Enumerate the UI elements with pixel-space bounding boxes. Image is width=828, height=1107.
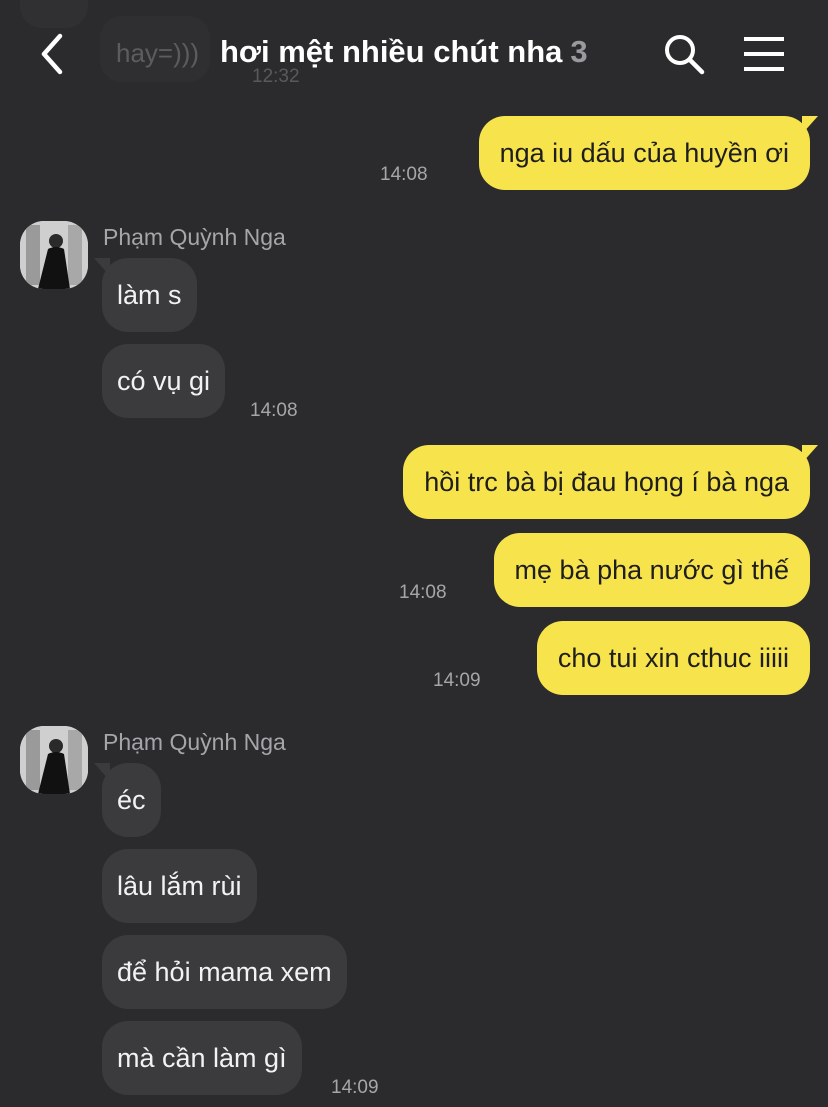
- incoming-message-bubble[interactable]: để hỏi mama xem: [102, 935, 347, 1009]
- avatar[interactable]: [20, 221, 88, 289]
- menu-button[interactable]: [742, 36, 786, 72]
- outgoing-message-bubble[interactable]: hồi trc bà bị đau họng í bà nga: [403, 445, 818, 519]
- outgoing-message-bubble[interactable]: cho tui xin cthuc iiiii: [536, 621, 810, 695]
- avatar-photo: [20, 221, 88, 289]
- hamburger-menu-icon: [744, 37, 784, 71]
- chat-screen: hay=))) 12:32 hơi mệt nhiều chút nha 3 1…: [0, 0, 828, 1107]
- incoming-message-bubble[interactable]: mà cần làm gì: [102, 1021, 302, 1095]
- avatar[interactable]: [20, 726, 88, 794]
- chevron-left-icon: [41, 33, 63, 75]
- incoming-message-bubble[interactable]: có vụ gi: [102, 344, 226, 418]
- search-button[interactable]: [662, 32, 706, 76]
- avatar-photo: [20, 726, 88, 794]
- message-timestamp: 14:08: [250, 400, 298, 421]
- back-button[interactable]: [30, 28, 78, 80]
- sender-name: Phạm Quỳnh Nga: [103, 224, 286, 250]
- chat-title-text: hơi mệt nhiều chút nha: [220, 34, 563, 69]
- sender-name: Phạm Quỳnh Nga: [103, 729, 286, 755]
- incoming-message-bubble[interactable]: lâu lắm rùi: [102, 849, 257, 923]
- chat-header: hơi mệt nhiều chút nha 3: [0, 0, 828, 104]
- outgoing-message-bubble[interactable]: nga iu dấu của huyền ơi: [478, 116, 819, 190]
- incoming-message-bubble[interactable]: éc: [94, 763, 161, 837]
- message-timestamp: 14:08: [380, 164, 428, 185]
- message-timestamp: 14:09: [331, 1077, 379, 1098]
- message-timestamp: 14:09: [433, 670, 481, 691]
- incoming-message-bubble[interactable]: làm s: [94, 258, 197, 332]
- message-timestamp: 14:08: [399, 582, 447, 603]
- member-count: 3: [570, 34, 588, 69]
- chat-title[interactable]: hơi mệt nhiều chút nha 3: [220, 34, 588, 70]
- outgoing-message-bubble[interactable]: mẹ bà pha nước gì thế: [493, 533, 810, 607]
- search-icon: [665, 35, 705, 75]
